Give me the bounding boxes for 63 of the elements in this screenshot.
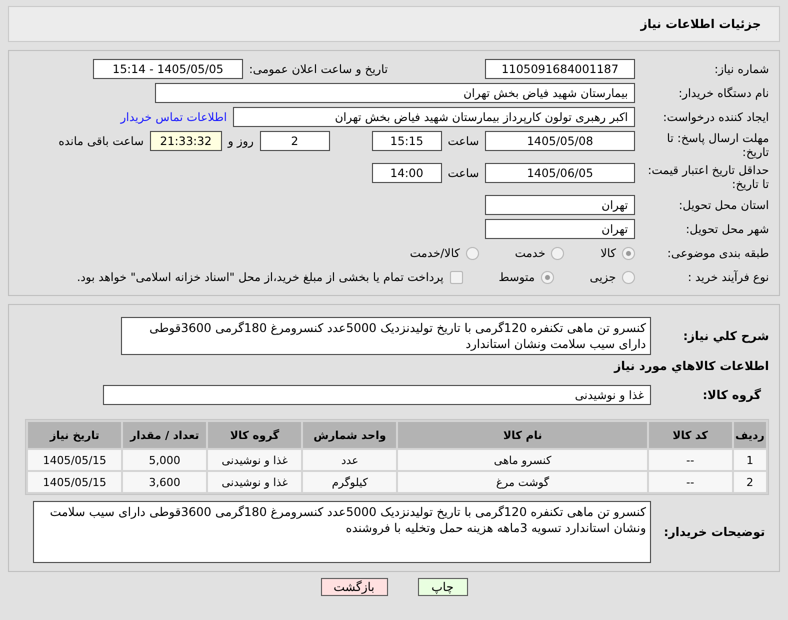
column-header: تعداد / مقدار bbox=[123, 422, 206, 448]
field-label: استان محل تحویل: bbox=[678, 198, 769, 212]
field-label: تاریخ و ساعت اعلان عمومی: bbox=[249, 62, 388, 76]
table-cell: عدد bbox=[303, 450, 396, 470]
description-field: کنسرو تن ماهی تکنفره 120گرمی با تاریخ تولیدنزدیک 5000عدد کنسرومرغ 180گرمی 3600قوطی دارای سیب سلامت ونشان استاندارد bbox=[121, 317, 651, 355]
table-cell: 1405/05/15 bbox=[28, 450, 122, 470]
column-header: تاریخ نیاز bbox=[28, 422, 122, 448]
field-label: شماره نیاز: bbox=[713, 62, 769, 76]
section-heading: اطلاعات کالاهاي مورد نياز bbox=[612, 359, 769, 373]
contact-link[interactable]: اطلاعات تماس خریدار bbox=[120, 110, 227, 124]
table-cell: 2 bbox=[734, 472, 766, 492]
radio-label: کالا bbox=[600, 246, 616, 260]
table-cell: غذا و نوشیدنی bbox=[208, 472, 302, 492]
field-label: گروه کالا: bbox=[702, 388, 762, 402]
radio-button[interactable] bbox=[551, 246, 564, 260]
date-field: 1405/06/05 bbox=[485, 163, 635, 183]
column-header: ردیف bbox=[734, 422, 766, 448]
back-button[interactable]: بازگشت bbox=[320, 578, 388, 596]
field-label: حداقل تاریخ اعتبار قیمت: تا تاریخ: bbox=[646, 163, 769, 191]
checkbox[interactable] bbox=[450, 270, 463, 284]
date-field: 1405/05/08 bbox=[485, 131, 635, 151]
table-cell: 1405/05/15 bbox=[28, 472, 122, 492]
table-cell: غذا و نوشیدنی bbox=[208, 450, 302, 470]
checkbox-label: پرداخت تمام یا بخشی از مبلغ خرید،از محل "اسناد خزانه اسلامی" خواهد بود. bbox=[76, 270, 444, 284]
radio-label: متوسط bbox=[498, 270, 535, 284]
field-label: مهلت ارسال پاسخ: تا تاریخ: bbox=[666, 131, 769, 159]
page-title: جزئیات اطلاعات نیاز bbox=[640, 17, 761, 31]
table-cell: -- bbox=[648, 450, 732, 470]
column-header: نام کالا bbox=[398, 422, 647, 448]
days-field: 2 bbox=[260, 131, 330, 151]
table-cell: 5,000 bbox=[123, 450, 206, 470]
field-label: نام دستگاه خریدار: bbox=[677, 86, 769, 100]
table-cell: کیلوگرم bbox=[303, 472, 396, 492]
radio-label: جزیی bbox=[590, 270, 616, 284]
table-cell: کنسرو ماهی bbox=[398, 450, 647, 470]
field-label: ایجاد کننده درخواست: bbox=[662, 110, 769, 124]
column-header: واحد شمارش bbox=[303, 422, 396, 448]
table-cell: گوشت مرغ bbox=[398, 472, 647, 492]
column-header: گروه کالا bbox=[208, 422, 302, 448]
field-label: طبقه بندی موضوعی: bbox=[666, 246, 769, 260]
radio-label: کالا/خدمت bbox=[410, 246, 460, 260]
time-label: ساعت bbox=[448, 134, 479, 148]
remaining-label: ساعت باقی مانده bbox=[58, 134, 144, 148]
remaining-time-field: 21:33:32 bbox=[150, 131, 222, 151]
table-cell: 1 bbox=[734, 450, 766, 470]
radio-button[interactable] bbox=[622, 270, 635, 284]
field-label: نوع فرآیند خرید : bbox=[686, 270, 769, 284]
table-cell: 3,600 bbox=[123, 472, 206, 492]
time-field: 15:15 bbox=[372, 131, 442, 151]
field-label: توضیحات خریدار: bbox=[662, 525, 766, 539]
column-header: کد کالا bbox=[648, 422, 732, 448]
time-label: ساعت bbox=[448, 166, 479, 180]
field-label: شهر محل تحویل: bbox=[684, 222, 769, 236]
radio-button[interactable] bbox=[540, 270, 554, 284]
notes-field: کنسرو تن ماهی تکنفره 120گرمی با تاریخ تولیدنزدیک 5000عدد کنسرومرغ 180گرمی 3600قوطی دارای سیب سلامت ونشان استاندارد تسویه 3ماهه هزینه حمل وتخلیه با فروشنده bbox=[33, 501, 651, 563]
days-label: روز و bbox=[228, 134, 254, 148]
radio-button[interactable] bbox=[466, 246, 479, 260]
field-label: شرح کلي نياز: bbox=[682, 329, 769, 343]
radio-button[interactable] bbox=[622, 246, 635, 260]
table-cell: -- bbox=[648, 472, 732, 492]
print-button[interactable]: چاپ bbox=[418, 578, 468, 596]
radio-label: خدمت bbox=[514, 246, 546, 260]
time-field: 14:00 bbox=[372, 163, 442, 183]
